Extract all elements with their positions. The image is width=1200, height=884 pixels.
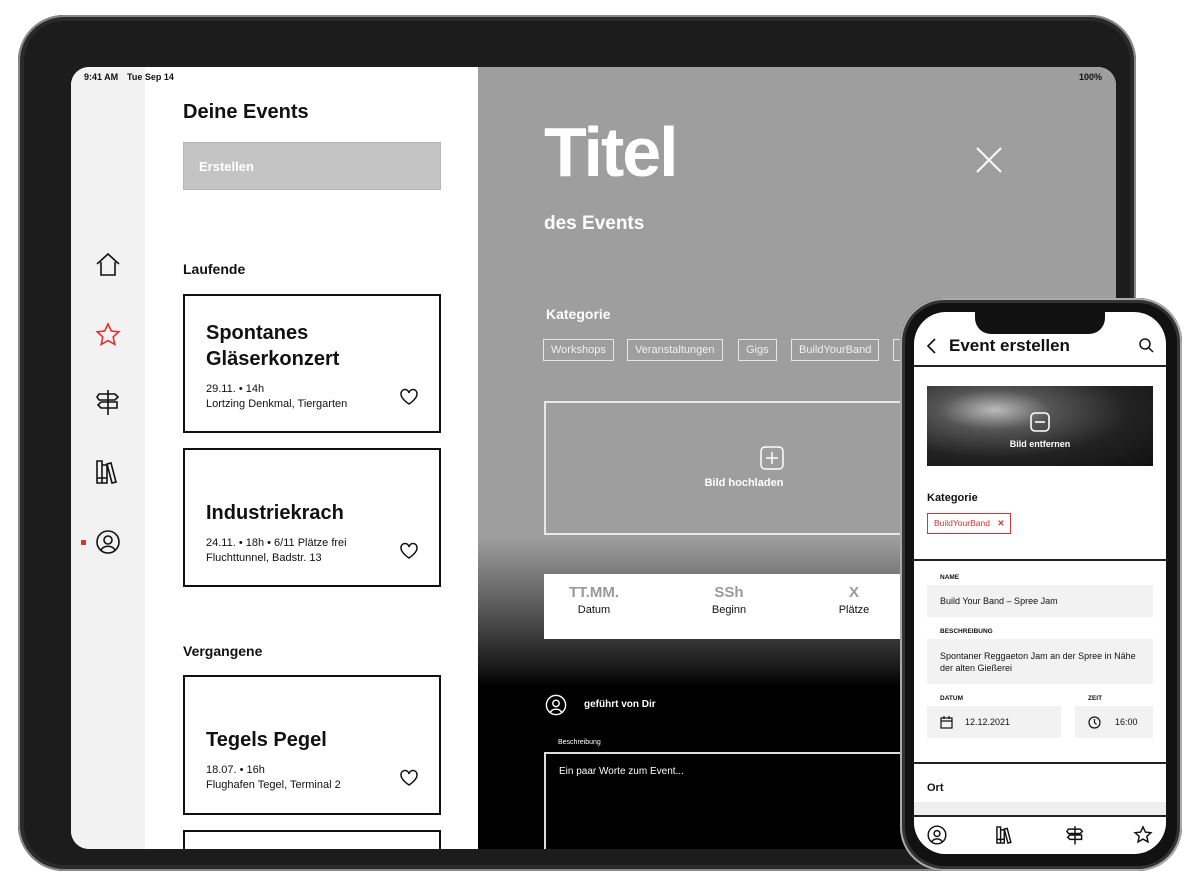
stat-label: Datum — [577, 604, 611, 616]
event-place: Flughafen Tegel, Terminal 2 — [206, 779, 341, 791]
sidebar — [71, 67, 145, 849]
status-battery: 100% — [1078, 72, 1102, 82]
event-place: Fluchttunnel, Badstr. 13 — [206, 552, 322, 564]
books-icon[interactable] — [994, 824, 1016, 846]
star-icon[interactable] — [93, 320, 123, 350]
divider — [914, 762, 1166, 764]
status-date: Tue Sep 14 — [127, 72, 174, 82]
event-card[interactable] — [183, 830, 441, 849]
event-card[interactable]: Industriekrach 24.11. • 18h • 6/11 Plätz… — [183, 448, 441, 587]
stat-date[interactable]: TT.MM. Datum — [544, 584, 644, 616]
page-title: Deine Events — [183, 101, 309, 123]
stat-start[interactable]: SSh Beginn — [679, 584, 779, 616]
user-icon — [544, 693, 568, 717]
category-tag-label: BuildYourBand — [934, 518, 990, 528]
minus-square-icon[interactable] — [1030, 412, 1050, 432]
name-label: NAME — [940, 574, 960, 581]
search-icon[interactable] — [1138, 337, 1154, 353]
heart-icon[interactable] — [399, 769, 419, 787]
signpost-icon[interactable] — [93, 387, 123, 417]
time-label: ZEIT — [1088, 695, 1103, 702]
remove-tag-icon[interactable]: ✕ — [997, 518, 1004, 528]
home-icon[interactable] — [93, 250, 123, 280]
event-meta: 29.11. • 14h — [206, 383, 265, 395]
category-label: Kategorie — [927, 492, 978, 504]
time-value: 16:00 — [1115, 717, 1138, 727]
event-title: Tegels Pegel — [206, 729, 327, 751]
event-place: Lortzing Denkmal, Tiergarten — [206, 398, 348, 410]
map-preview[interactable] — [914, 802, 1166, 816]
event-card[interactable]: Tegels Pegel 18.07. • 16h Flughafen Tege… — [183, 675, 441, 815]
place-label: Ort — [927, 782, 944, 794]
time-input[interactable]: 16:00 — [1075, 706, 1153, 738]
description-placeholder: Ein paar Worte zum Event... — [559, 766, 684, 777]
tab-bar — [914, 817, 1166, 854]
stat-value: TT.MM. — [569, 584, 619, 601]
star-icon[interactable] — [1132, 824, 1154, 846]
calendar-icon — [940, 715, 953, 729]
category-tag[interactable]: BuildYourBand ✕ — [927, 513, 1012, 534]
event-card[interactable]: Spontanes Gläserkonzert 29.11. • 14h Lor… — [183, 294, 441, 433]
heart-icon[interactable] — [399, 542, 419, 560]
divider — [914, 365, 1166, 367]
signpost-icon[interactable] — [1064, 824, 1086, 846]
plus-square-icon — [760, 446, 784, 470]
stat-value: X — [848, 584, 859, 601]
back-icon[interactable] — [926, 338, 938, 354]
event-title: Spontanes — [206, 322, 309, 344]
event-meta: 24.11. • 18h • 6/11 Plätze frei — [206, 537, 347, 549]
event-title-placeholder[interactable]: Titel — [544, 112, 679, 192]
stat-value: SSh — [714, 584, 744, 601]
events-list-panel: Deine Events Erstellen Laufende Spontane… — [145, 67, 478, 849]
heart-icon[interactable] — [399, 388, 419, 406]
divider — [914, 559, 1166, 561]
books-icon[interactable] — [93, 457, 123, 487]
create-button[interactable]: Erstellen — [183, 142, 441, 190]
description-label: BESCHREIBUNG — [940, 628, 993, 635]
category-label: Kategorie — [546, 306, 611, 322]
user-icon[interactable] — [93, 527, 123, 557]
image-upload-area[interactable]: Bild hochladen — [544, 401, 944, 535]
date-input[interactable]: 12.12.2021 — [927, 706, 1061, 738]
event-stats: TT.MM. Datum SSh Beginn X Plätze — [544, 574, 944, 639]
user-icon[interactable] — [926, 824, 948, 846]
name-input[interactable]: Build Your Band – Spree Jam — [927, 585, 1153, 617]
close-icon[interactable] — [974, 145, 1004, 175]
date-value: 12.12.2021 — [965, 717, 1011, 727]
clock-icon — [1088, 715, 1101, 729]
phone-frame: Event erstellen Bild entfernen Kategorie… — [900, 298, 1182, 871]
phone-title: Event erstellen — [949, 336, 1070, 355]
stat-label: Beginn — [711, 604, 747, 616]
event-subtitle: des Events — [544, 213, 645, 234]
phone-screen: Event erstellen Bild entfernen Kategorie… — [914, 312, 1166, 854]
description-label: Beschreibung — [558, 739, 601, 746]
event-title: Gläserkonzert — [206, 348, 340, 370]
upload-label: Bild hochladen — [704, 477, 784, 489]
category-chip[interactable]: Workshops — [543, 339, 614, 361]
category-chip[interactable]: BuildYourBand — [791, 339, 880, 361]
stat-label: Plätze — [838, 604, 870, 616]
event-image: Bild entfernen — [927, 386, 1153, 466]
category-chip[interactable]: Veranstaltungen — [627, 339, 723, 361]
status-time: 9:41 AM — [84, 72, 119, 82]
description-input[interactable]: Spontaner Reggaeton Jam an der Spree in … — [927, 639, 1153, 684]
description-input[interactable]: Ein paar Worte zum Event... — [544, 752, 944, 849]
phone-notch — [975, 312, 1105, 334]
active-indicator — [81, 540, 86, 545]
remove-image-label[interactable]: Bild entfernen — [927, 439, 1153, 449]
event-meta: 18.07. • 16h — [206, 764, 265, 776]
section-past: Vergangene — [183, 643, 263, 659]
host-label: geführt von Dir — [584, 699, 656, 710]
section-running: Laufende — [183, 261, 246, 277]
date-label: DATUM — [940, 695, 963, 702]
category-chip[interactable]: Gigs — [738, 339, 777, 361]
stat-seats[interactable]: X Plätze — [804, 584, 904, 616]
event-title: Industriekrach — [206, 502, 344, 524]
